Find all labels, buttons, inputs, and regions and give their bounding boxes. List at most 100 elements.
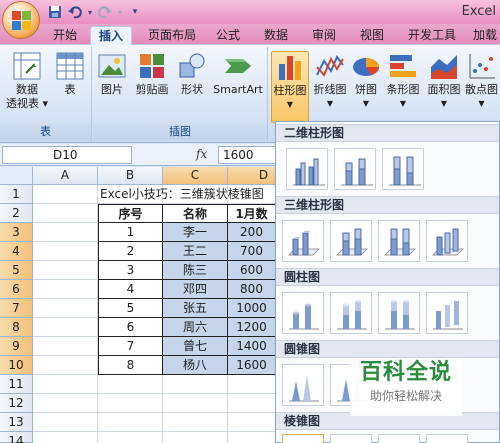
table-cell[interactable]: 1 <box>98 223 163 242</box>
stacked-column-option[interactable] <box>334 148 376 190</box>
3d-pyramid-option[interactable] <box>426 434 468 443</box>
clustered-cone-option[interactable] <box>282 364 324 406</box>
office-button[interactable] <box>2 1 40 39</box>
customize-qat-icon[interactable]: ▾ <box>126 3 144 21</box>
table-cell[interactable]: 200 <box>228 223 275 242</box>
area-chart-label: 面积图 <box>427 83 461 96</box>
3d-stacked-column-option[interactable] <box>330 220 372 262</box>
tab-view[interactable]: 视图 <box>352 26 392 45</box>
redo-dropdown-icon[interactable]: ▾ <box>116 3 124 21</box>
clustered-cylinder-option[interactable] <box>282 292 324 334</box>
tab-review[interactable]: 审阅 <box>304 26 344 45</box>
pie-chart-button[interactable]: 饼图 ▼ <box>351 51 381 111</box>
shapes-button[interactable]: 形状 <box>177 51 207 97</box>
tab-developer[interactable]: 开发工具 <box>402 26 462 45</box>
smartart-button[interactable]: SmartArt <box>211 51 265 97</box>
tab-home[interactable]: 开始 <box>46 26 84 45</box>
area-chart-button[interactable]: 面积图 ▼ <box>425 51 463 111</box>
illustrations-group: 图片 剪贴画 形状 SmartArt 插图 <box>93 47 268 141</box>
table-cell[interactable]: 5 <box>98 299 163 318</box>
row-header-13[interactable]: 13 <box>0 413 33 432</box>
row-header-9[interactable]: 9 <box>0 337 33 356</box>
header-cell-name[interactable]: 名称 <box>163 204 228 223</box>
table-cell[interactable]: 1600 <box>228 356 275 375</box>
scatter-chart-button[interactable]: 散点图 ▼ <box>463 51 500 111</box>
header-cell-january[interactable]: 1月数 <box>228 204 275 223</box>
sheet-title-cell[interactable]: Excel小技巧：三维簇状棱锥图 <box>98 185 275 204</box>
tab-add-ins[interactable]: 加载 <box>470 26 500 45</box>
table-cell[interactable]: 4 <box>98 280 163 299</box>
name-box[interactable]: D10 <box>2 146 132 164</box>
row-header-7[interactable]: 7 <box>0 299 33 318</box>
stacked-pyramid-option[interactable] <box>330 434 372 443</box>
table-cell[interactable]: 陈三 <box>163 261 228 280</box>
bar-chart-button[interactable]: 条形图 ▼ <box>383 51 423 111</box>
table-cell[interactable]: 8 <box>98 356 163 375</box>
table-cell[interactable]: 邓四 <box>163 280 228 299</box>
tables-group-label: 表 <box>0 124 91 140</box>
table-cell[interactable]: 李一 <box>163 223 228 242</box>
column-header-c[interactable]: C <box>163 167 228 185</box>
table-cell[interactable]: 7 <box>98 337 163 356</box>
percent-stacked-cylinder-option[interactable] <box>378 292 420 334</box>
header-cell-index[interactable]: 序号 <box>98 204 163 223</box>
tab-insert[interactable]: 插入 <box>90 26 132 45</box>
scatter-chart-label: 散点图 <box>465 83 498 96</box>
table-cell[interactable]: 2 <box>98 242 163 261</box>
row-header-10[interactable]: 10 <box>0 356 33 375</box>
row-header-8[interactable]: 8 <box>0 318 33 337</box>
clustered-column-option[interactable] <box>286 148 328 190</box>
line-chart-button[interactable]: 折线图 ▼ <box>311 51 349 111</box>
row-header-6[interactable]: 6 <box>0 280 33 299</box>
undo-icon[interactable] <box>66 3 84 21</box>
3d-cylinder-option[interactable] <box>426 292 468 334</box>
row-header-5[interactable]: 5 <box>0 261 33 280</box>
row-header-4[interactable]: 4 <box>0 242 33 261</box>
row-header-1[interactable]: 1 <box>0 185 33 204</box>
table-cell[interactable]: 800 <box>228 280 275 299</box>
table-cell[interactable]: 周六 <box>163 318 228 337</box>
table-cell[interactable]: 1000 <box>228 299 275 318</box>
row-header-14[interactable]: 14 <box>0 432 33 443</box>
pivot-table-button[interactable]: 数据 透视表 ▾ <box>4 51 50 111</box>
column-header-a[interactable]: A <box>33 167 98 185</box>
table-cell[interactable]: 张五 <box>163 299 228 318</box>
table-cell[interactable]: 600 <box>228 261 275 280</box>
save-icon[interactable] <box>46 3 64 21</box>
watermark: 百科全说 助你轻松解决 <box>350 358 462 416</box>
3d-column-option[interactable] <box>426 220 468 262</box>
table-cell[interactable]: 6 <box>98 318 163 337</box>
row-header-2[interactable]: 2 <box>0 204 33 223</box>
table-button[interactable]: 表 <box>54 51 86 97</box>
row-header-11[interactable]: 11 <box>0 375 33 394</box>
3d-clustered-column-option[interactable] <box>282 220 324 262</box>
insert-function-icon[interactable]: fx <box>196 147 207 161</box>
clip-art-button[interactable]: 剪贴画 <box>133 51 171 97</box>
select-all-corner[interactable] <box>0 167 33 185</box>
row-header-12[interactable]: 12 <box>0 394 33 413</box>
table-cell[interactable]: 杨八 <box>163 356 228 375</box>
row-header-3[interactable]: 3 <box>0 223 33 242</box>
gallery-section-cone: 圆锥图 <box>276 340 499 358</box>
tab-data[interactable]: 数据 <box>256 26 296 45</box>
tab-formulas[interactable]: 公式 <box>208 26 248 45</box>
percent-stacked-pyramid-option[interactable] <box>378 434 420 443</box>
column-chart-button[interactable]: 柱形图 ▼ <box>271 51 309 123</box>
picture-button[interactable]: 图片 <box>97 51 127 97</box>
table-cell[interactable]: 1200 <box>228 318 275 337</box>
undo-dropdown-icon[interactable]: ▾ <box>86 3 94 21</box>
redo-icon[interactable] <box>96 3 114 21</box>
table-cell[interactable]: 1400 <box>228 337 275 356</box>
table-cell[interactable]: 王二 <box>163 242 228 261</box>
tab-page-layout[interactable]: 页面布局 <box>142 26 202 45</box>
3d-percent-stacked-column-option[interactable] <box>378 220 420 262</box>
clustered-pyramid-option[interactable] <box>282 434 324 443</box>
table-cell[interactable]: 3 <box>98 261 163 280</box>
stacked-cylinder-option[interactable] <box>330 292 372 334</box>
table-cell[interactable]: 700 <box>228 242 275 261</box>
table-cell[interactable]: 曾七 <box>163 337 228 356</box>
gallery-section-2d-column: 二维柱形图 <box>276 124 499 142</box>
column-header-b[interactable]: B <box>98 167 163 185</box>
ribbon-tabs: 开始 插入 页面布局 公式 数据 审阅 视图 开发工具 加载 <box>0 24 500 45</box>
percent-stacked-column-option[interactable] <box>382 148 424 190</box>
